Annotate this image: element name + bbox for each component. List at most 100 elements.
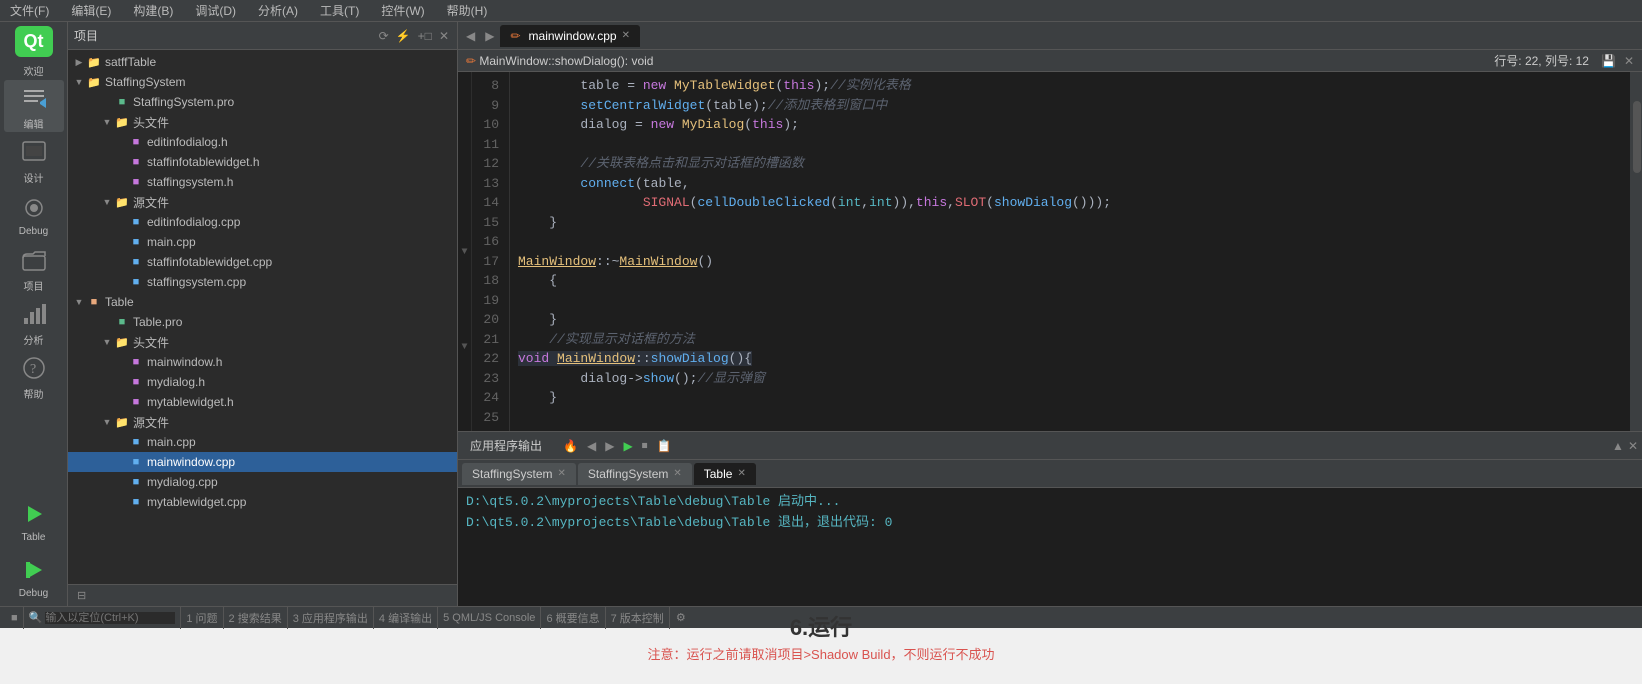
- close-output-btn[interactable]: ✕: [1628, 439, 1638, 453]
- next-btn[interactable]: ▶: [602, 437, 617, 455]
- menubar: 文件(F) 编辑(E) 构建(B) 调试(D) 分析(A) 工具(T) 控件(W…: [0, 0, 1642, 22]
- menu-file[interactable]: 文件(F): [6, 0, 53, 21]
- qml-console-btn[interactable]: 5 QML/JS Console: [438, 607, 541, 629]
- menu-edit[interactable]: 编辑(E): [67, 0, 115, 21]
- save-btn[interactable]: 💾: [1601, 54, 1616, 68]
- tree-staffingsystem-pro[interactable]: ■ StaffingSystem.pro: [68, 92, 457, 112]
- compile-output-btn[interactable]: 4 编译输出: [374, 607, 438, 629]
- welcome-btn[interactable]: Qt 欢迎: [4, 26, 64, 78]
- tree-staffingsystem-h[interactable]: ■ staffingsystem.h: [68, 172, 457, 192]
- nav-back-btn[interactable]: ◀: [462, 27, 479, 45]
- table-tab[interactable]: Table ✕: [694, 463, 756, 485]
- editor-scrollbar[interactable]: [1630, 72, 1642, 431]
- tree-table-folder[interactable]: ▼ ■ Table: [68, 292, 457, 312]
- tree-main-cpp1[interactable]: ■ main.cpp: [68, 232, 457, 252]
- edit-btn[interactable]: 编辑: [4, 80, 64, 132]
- tab-close[interactable]: ✕: [557, 468, 565, 479]
- tree-main-cpp2[interactable]: ■ main.cpp: [68, 432, 457, 452]
- tree-mydialog-cpp[interactable]: ■ mydialog.cpp: [68, 472, 457, 492]
- staffingsystem-tab2[interactable]: StaffingSystem ✕: [578, 463, 692, 485]
- minimize-output-btn[interactable]: ▲: [1612, 439, 1624, 453]
- compile-output-label: 4 编译输出: [379, 610, 432, 626]
- scrollbar-thumb[interactable]: [1633, 101, 1641, 173]
- fold-13: [458, 167, 471, 186]
- tab-close[interactable]: ✕: [737, 468, 745, 479]
- search-results-btn[interactable]: 2 搜索结果: [224, 607, 288, 629]
- prev-btn[interactable]: ◀: [584, 437, 599, 455]
- menu-controls[interactable]: 控件(W): [377, 0, 428, 21]
- menu-analyze[interactable]: 分析(A): [254, 0, 302, 21]
- tab-label: mainwindow.cpp: [529, 29, 617, 43]
- tree-label: StaffingSystem: [105, 75, 185, 89]
- stop-btn[interactable]: ⏹: [639, 436, 651, 455]
- status-indicator[interactable]: ■: [6, 607, 24, 629]
- fold-17[interactable]: ▼: [458, 243, 471, 262]
- expand-icon: [114, 275, 128, 289]
- tab-close[interactable]: ✕: [673, 468, 681, 479]
- tab-close-btn[interactable]: ✕: [622, 30, 630, 41]
- tree-headers-folder1[interactable]: ▼ 📁 头文件: [68, 112, 457, 132]
- fold-11: [458, 129, 471, 148]
- run-btn[interactable]: ▶: [620, 437, 635, 455]
- tree-staffingsystem[interactable]: ▼ 📁 StaffingSystem: [68, 72, 457, 92]
- settings-icon[interactable]: ⚙: [670, 611, 692, 624]
- app-wrapper: 文件(F) 编辑(E) 构建(B) 调试(D) 分析(A) 工具(T) 控件(W…: [0, 0, 1642, 684]
- tree-table-pro[interactable]: ■ Table.pro: [68, 312, 457, 332]
- tree-editinfodialog-h[interactable]: ■ editinfodialog.h: [68, 132, 457, 152]
- app-output-btn[interactable]: 3 应用程序输出: [288, 607, 374, 629]
- nav-forward-btn[interactable]: ▶: [481, 27, 498, 45]
- close-editor-btn[interactable]: ✕: [1624, 54, 1634, 68]
- tree-headers-folder2[interactable]: ▼ 📁 头文件: [68, 332, 457, 352]
- project-tree: ▶ 📁 satffTable ▼ 📁 StaffingSystem ■ Staf…: [68, 50, 457, 584]
- cpp-icon: ■: [128, 274, 144, 290]
- project-icon: [18, 244, 50, 276]
- menu-tools[interactable]: 工具(T): [316, 0, 363, 21]
- mainwindow-tab[interactable]: ✏ mainwindow.cpp ✕: [500, 25, 640, 47]
- code-editor[interactable]: ▼ ▼ 891011 12131415: [458, 72, 1642, 431]
- copy-btn[interactable]: 📋: [654, 437, 675, 455]
- tree-sources-folder1[interactable]: ▼ 📁 源文件: [68, 192, 457, 212]
- tree-mainwindow-cpp[interactable]: ■ mainwindow.cpp: [68, 452, 457, 472]
- staffingsystem-tab1[interactable]: StaffingSystem ✕: [462, 463, 576, 485]
- tree-mydialog-h[interactable]: ■ mydialog.h: [68, 372, 457, 392]
- output-title: 应用程序输出: [462, 437, 550, 454]
- tree-editinfodialog-cpp[interactable]: ■ editinfodialog.cpp: [68, 212, 457, 232]
- tree-mainwindow-h[interactable]: ■ mainwindow.h: [68, 352, 457, 372]
- tree-mytablewidget-h[interactable]: ■ mytablewidget.h: [68, 392, 457, 412]
- debug-run-btn[interactable]: Debug: [4, 550, 64, 602]
- overview-btn[interactable]: 6 概要信息: [541, 607, 605, 629]
- table-run-icon: [18, 498, 50, 530]
- filter-btn[interactable]: ⊟: [74, 588, 89, 603]
- table-run-btn[interactable]: Table: [4, 494, 64, 546]
- tree-staffinfotablewidget-cpp[interactable]: ■ staffinfotablewidget.cpp: [68, 252, 457, 272]
- design-btn[interactable]: 设计: [4, 134, 64, 186]
- search-input[interactable]: [45, 612, 175, 624]
- code-content[interactable]: table = new MyTableWidget(this);//实例化表格 …: [510, 72, 1630, 431]
- menu-help[interactable]: 帮助(H): [443, 0, 492, 21]
- design-icon: [18, 136, 50, 168]
- editor-tabs: ◀ ▶ ✏ mainwindow.cpp ✕: [458, 22, 1642, 50]
- fold-22[interactable]: ▼: [458, 338, 471, 357]
- help-btn[interactable]: ? 帮助: [4, 350, 64, 402]
- sync-icon[interactable]: ⟳: [377, 27, 391, 45]
- analyze-btn[interactable]: 分析: [4, 296, 64, 348]
- tree-satfftable[interactable]: ▶ 📁 satffTable: [68, 52, 457, 72]
- menu-build[interactable]: 构建(B): [129, 0, 177, 21]
- menu-debug[interactable]: 调试(D): [191, 0, 240, 21]
- add-icon[interactable]: +□: [416, 27, 434, 45]
- tree-staffinfotablewidget-h[interactable]: ■ staffinfotablewidget.h: [68, 152, 457, 172]
- tree-sources-folder2[interactable]: ▼ 📁 源文件: [68, 412, 457, 432]
- tree-mytablewidget-cpp[interactable]: ■ mytablewidget.cpp: [68, 492, 457, 512]
- function-name: ✏ MainWindow::showDialog(): void: [466, 54, 1490, 68]
- tab-nav: ◀ ▶: [462, 27, 498, 45]
- flame-btn[interactable]: 🔥: [560, 437, 581, 455]
- filter-icon[interactable]: ⚡: [394, 27, 413, 45]
- close-side-icon[interactable]: ✕: [437, 27, 451, 45]
- edit-label: 编辑: [24, 116, 44, 131]
- debug-btn[interactable]: Debug: [4, 188, 64, 240]
- folder-icon: 📁: [114, 414, 130, 430]
- tree-staffingsystem-cpp[interactable]: ■ staffingsystem.cpp: [68, 272, 457, 292]
- project-btn[interactable]: 项目: [4, 242, 64, 294]
- version-control-btn[interactable]: 7 版本控制: [606, 607, 670, 629]
- problems-btn[interactable]: 1 问题: [181, 607, 223, 629]
